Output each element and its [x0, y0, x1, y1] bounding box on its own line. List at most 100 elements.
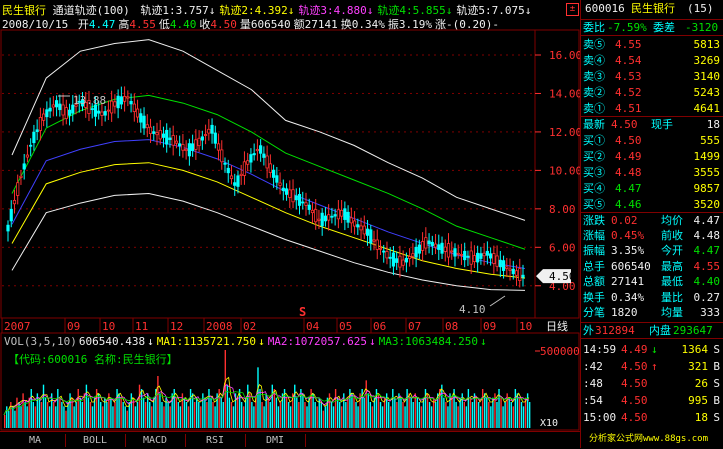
xianshou-value: 18: [706, 118, 720, 131]
tick-volume: 26: [694, 377, 708, 390]
volume-bar: [394, 397, 396, 428]
candle-body: [369, 229, 373, 244]
date-label: 09: [67, 320, 80, 333]
volume-bar: [138, 384, 141, 428]
candle-body: [97, 110, 101, 114]
chart-mode-toggle-icon[interactable]: ±: [566, 3, 579, 16]
candle-body: [145, 124, 149, 129]
tab-macd[interactable]: MACD: [130, 433, 180, 448]
stat-row: 振幅 3.35% 今开 4.47: [581, 243, 723, 258]
volume-bar: [187, 406, 190, 428]
candle-body: [132, 103, 136, 112]
waipan-value: 312894: [595, 324, 635, 337]
tick-row: :48 4.50 26 S: [581, 376, 723, 391]
event-marker: S: [299, 305, 306, 319]
quote-label: 额: [293, 18, 305, 31]
tab-separator: [245, 434, 246, 447]
panel-title: 600016 民生银行 (15): [581, 1, 723, 16]
volume-bar: [388, 402, 390, 428]
volume-bar: [6, 406, 8, 428]
sells-label: 卖⑤: [583, 38, 605, 51]
candle-body: [398, 255, 402, 268]
volume-bar: [369, 402, 372, 428]
stat-label: 振幅: [583, 244, 605, 257]
candle-body: [495, 255, 499, 267]
stat-value: 27141: [611, 275, 645, 288]
tab-boll[interactable]: BOLL: [70, 433, 120, 448]
volume-bar: [475, 397, 478, 428]
candle-body: [388, 256, 392, 259]
volume-bar: [149, 402, 151, 428]
volume-bar: [367, 393, 369, 428]
price-axis-label: 8.00: [549, 203, 576, 216]
volume-bar: [196, 397, 198, 428]
candle-body: [514, 270, 519, 276]
volume-bar: [338, 402, 341, 428]
sells-row: 卖③ 4.53 3140: [581, 69, 723, 84]
volume-axis-top: 500000: [540, 345, 580, 358]
volume-bar: [351, 393, 353, 428]
buys-price: 4.48: [615, 166, 642, 179]
candle-body: [233, 182, 237, 186]
candle-body: [148, 126, 153, 134]
date-label: 12: [170, 320, 183, 333]
volume-bar: [522, 406, 525, 428]
tick-time: :48: [583, 377, 603, 390]
candle-body: [320, 212, 324, 227]
sells-price: 4.53: [615, 70, 642, 83]
buys-price: 4.47: [615, 182, 642, 195]
tab-ma[interactable]: MA: [10, 433, 60, 448]
candle-body: [126, 96, 130, 99]
tab-rsi[interactable]: RSI: [190, 433, 240, 448]
volume-bar: [122, 402, 124, 428]
date-label: 09: [483, 320, 496, 333]
candle-body: [411, 253, 415, 257]
volume-bar: [106, 402, 108, 428]
stat-row: 总额 27141 最低 4.40: [581, 274, 723, 289]
volume-bar: [220, 397, 222, 428]
volume-bar: [228, 397, 231, 428]
date-label: 05: [339, 320, 352, 333]
candle-body: [203, 134, 208, 136]
volume-bar: [91, 406, 94, 428]
quote-label: 低: [158, 18, 170, 31]
volume-bar: [210, 397, 212, 428]
buys-row: 买⑤ 4.46 3520: [581, 197, 723, 212]
volume-bar: [163, 406, 165, 428]
stat-value: 1820: [611, 306, 638, 319]
buys-row: 买② 4.49 1499: [581, 149, 723, 164]
candle-body: [508, 268, 512, 271]
stat-value: 3.35%: [611, 244, 645, 257]
buys-price: 4.50: [615, 134, 642, 147]
candle-body: [343, 208, 347, 220]
quote-value: -(0.20)-: [445, 18, 499, 31]
candle-body: [340, 209, 344, 217]
candle-body: [19, 175, 23, 178]
volume-bar: [269, 402, 271, 428]
candle-body: [485, 250, 489, 256]
candle-body: [139, 113, 143, 123]
stat-label: 最低: [661, 275, 683, 288]
footer-watermark: 分析家公式网www.88gs.com: [581, 432, 723, 448]
volume-bar: [102, 406, 104, 428]
volume-bar: [202, 393, 204, 428]
candle-body: [327, 214, 331, 221]
tick-row: 15:00 4.50 18 S: [581, 410, 723, 425]
candle-body: [22, 163, 26, 170]
stat-label: 涨跌: [583, 214, 605, 227]
volume-bar: [320, 402, 323, 428]
sells-volume: 5243: [693, 86, 721, 99]
volume-bar: [528, 402, 531, 428]
candle-body: [29, 144, 33, 147]
tab-dmi[interactable]: DMI: [250, 433, 300, 448]
volume-bar: [277, 406, 280, 428]
stat-row: 涨幅 0.45% 前收 4.48: [581, 228, 723, 243]
candle-body: [349, 217, 353, 224]
candle-body: [194, 139, 198, 150]
candle-body: [275, 175, 279, 183]
volume-bar: [208, 389, 210, 428]
volume-bar: [316, 406, 318, 428]
volume-bar: [81, 402, 84, 428]
price-axis-label: 10.00: [549, 164, 580, 177]
inner-outer-row: 外 312894 内盘 293647: [581, 322, 723, 339]
